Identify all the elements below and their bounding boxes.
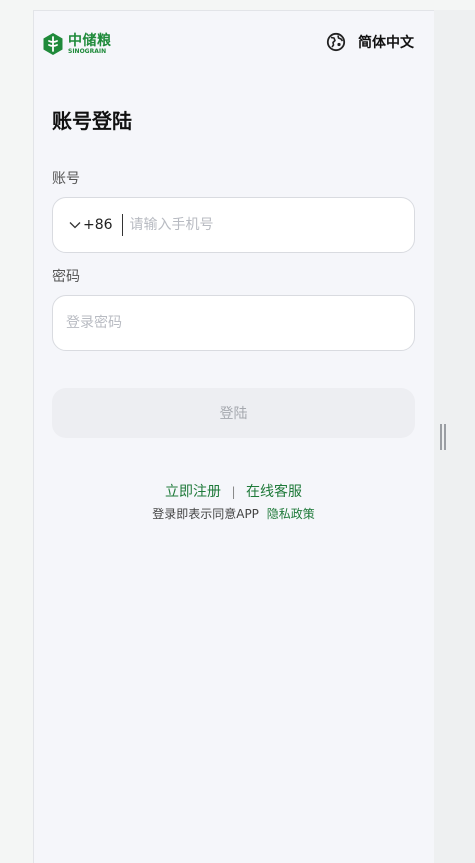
sinograin-logo-icon (43, 33, 63, 55)
chevron-down-icon (69, 222, 81, 229)
register-link[interactable]: 立即注册 (165, 484, 221, 500)
link-separator: | (231, 485, 236, 499)
agreement-text: 登录即表示同意APP (152, 507, 259, 521)
field-divider (121, 214, 123, 236)
brand-name-cn: 中储粮 (68, 32, 112, 49)
password-input[interactable] (64, 295, 398, 351)
page-title: 账号登陆 (52, 109, 132, 133)
password-field[interactable] (52, 295, 415, 351)
brand-name-en: SINOGRAIN (68, 47, 107, 55)
login-button[interactable]: 登陆 (52, 388, 415, 438)
login-page: 中储粮 SINOGRAIN 简体中文 账号登陆 账号 +86 密码 登陆 立即注… (33, 10, 434, 863)
customer-service-link[interactable]: 在线客服 (246, 484, 302, 500)
brand-logo: 中储粮 SINOGRAIN (42, 32, 112, 56)
country-code-select[interactable]: +86 (69, 217, 113, 233)
privacy-policy-link[interactable]: 隐私政策 (267, 507, 315, 521)
phone-input[interactable] (127, 197, 372, 253)
agreement-notice: 登录即表示同意APP 隐私政策 (34, 505, 433, 522)
language-label[interactable]: 简体中文 (358, 32, 414, 52)
footer-links: 立即注册 | 在线客服 (34, 481, 433, 501)
password-label: 密码 (52, 269, 80, 285)
account-label: 账号 (52, 171, 80, 187)
globe-icon (326, 32, 346, 52)
language-switcher[interactable]: 简体中文 (326, 32, 414, 52)
country-code: +86 (83, 217, 113, 233)
resize-handle[interactable] (440, 424, 446, 450)
phone-field[interactable]: +86 (52, 197, 415, 253)
